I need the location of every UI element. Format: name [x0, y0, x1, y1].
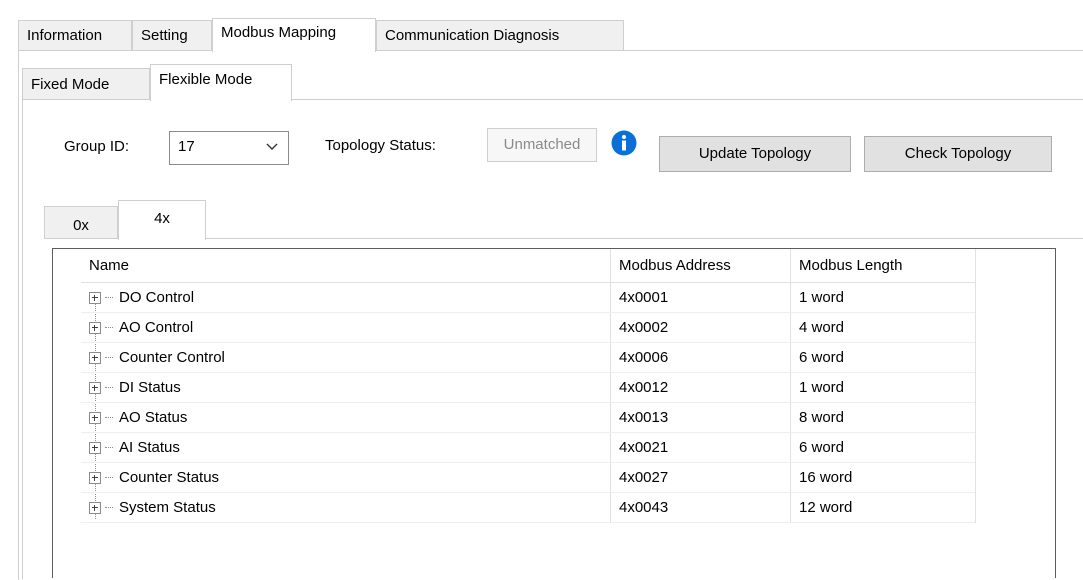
- tab-fixed-mode[interactable]: Fixed Mode: [22, 68, 150, 100]
- expand-icon[interactable]: [89, 321, 101, 334]
- table-row[interactable]: AO Status 4x0013 8 word: [81, 403, 975, 433]
- row-address: 4x0027: [611, 463, 791, 492]
- row-length: 16 word: [799, 469, 853, 486]
- tab-setting[interactable]: Setting: [132, 20, 212, 51]
- row-address: 4x0002: [611, 313, 791, 342]
- tree-connector: [105, 417, 113, 418]
- tab-modbus-mapping[interactable]: Modbus Mapping: [212, 18, 376, 52]
- tab-information[interactable]: Information: [18, 20, 132, 51]
- topology-status-label: Topology Status:: [325, 137, 436, 154]
- table-row[interactable]: DI Status 4x0012 1 word: [81, 373, 975, 403]
- tree-connector: [105, 507, 113, 508]
- tree-connector: [105, 447, 113, 448]
- mapping-table: Name Modbus Address Modbus Length DO Con…: [81, 249, 976, 523]
- tab-0x[interactable]: 0x: [44, 206, 118, 239]
- expand-icon[interactable]: [89, 441, 101, 454]
- row-address: 4x0012: [611, 373, 791, 402]
- tree-connector: [105, 477, 113, 478]
- row-name: AO Status: [119, 409, 188, 426]
- group-id-label: Group ID:: [64, 138, 130, 155]
- table-header: Name Modbus Address Modbus Length: [81, 249, 975, 283]
- table-row[interactable]: Counter Status 4x0027 16 word: [81, 463, 975, 493]
- expand-icon[interactable]: [89, 411, 101, 424]
- chevron-down-icon: [266, 143, 278, 150]
- row-address: 4x0021: [611, 433, 791, 462]
- tree-connector: [105, 387, 113, 388]
- register-tab-strip: 0x 4x: [44, 200, 224, 240]
- row-name: AI Status: [119, 439, 180, 456]
- expand-icon[interactable]: [89, 471, 101, 484]
- info-icon[interactable]: [611, 130, 637, 156]
- row-length: 12 word: [799, 499, 853, 516]
- tab-4x[interactable]: 4x: [118, 200, 206, 240]
- expand-icon[interactable]: [89, 351, 101, 364]
- row-length: 4 word: [799, 319, 845, 336]
- table-row[interactable]: Counter Control 4x0006 6 word: [81, 343, 975, 373]
- update-topology-button[interactable]: Update Topology: [659, 136, 851, 172]
- modbus-mapping-tree[interactable]: Name Modbus Address Modbus Length DO Con…: [52, 248, 1056, 578]
- row-name: DI Status: [119, 379, 181, 396]
- column-header-length[interactable]: Modbus Length: [791, 249, 973, 282]
- row-length: 8 word: [799, 409, 845, 426]
- expand-icon[interactable]: [89, 381, 101, 394]
- row-length: 6 word: [799, 349, 845, 366]
- row-length: 1 word: [799, 379, 845, 396]
- row-name: System Status: [119, 499, 216, 516]
- group-id-dropdown[interactable]: 17: [169, 131, 289, 165]
- row-address: 4x0013: [611, 403, 791, 432]
- table-row[interactable]: AI Status 4x0021 6 word: [81, 433, 975, 463]
- tab-communication-diagnosis[interactable]: Communication Diagnosis: [376, 20, 624, 51]
- tree-connector: [105, 357, 113, 358]
- table-row[interactable]: DO Control 4x0001 1 word: [81, 283, 975, 313]
- row-length: 1 word: [799, 289, 845, 306]
- row-address: 4x0001: [611, 283, 791, 312]
- tree-connector: [105, 327, 113, 328]
- tree-connector: [105, 297, 113, 298]
- check-topology-button[interactable]: Check Topology: [864, 136, 1052, 172]
- table-row[interactable]: AO Control 4x0002 4 word: [81, 313, 975, 343]
- table-row[interactable]: System Status 4x0043 12 word: [81, 493, 975, 523]
- group-id-value: 17: [178, 138, 195, 155]
- row-name: DO Control: [119, 289, 195, 306]
- column-header-address[interactable]: Modbus Address: [611, 249, 791, 282]
- row-address: 4x0006: [611, 343, 791, 372]
- topology-status-field: Unmatched: [487, 128, 597, 162]
- row-name: AO Control: [119, 319, 194, 336]
- tab-flexible-mode[interactable]: Flexible Mode: [150, 64, 292, 101]
- row-name: Counter Control: [119, 349, 225, 366]
- column-header-name[interactable]: Name: [81, 249, 611, 282]
- expand-icon[interactable]: [89, 501, 101, 514]
- expand-icon[interactable]: [89, 291, 101, 304]
- mode-tab-strip: Fixed Mode Flexible Mode: [22, 62, 302, 101]
- row-name: Counter Status: [119, 469, 220, 486]
- row-length: 6 word: [799, 439, 845, 456]
- row-address: 4x0043: [611, 493, 791, 522]
